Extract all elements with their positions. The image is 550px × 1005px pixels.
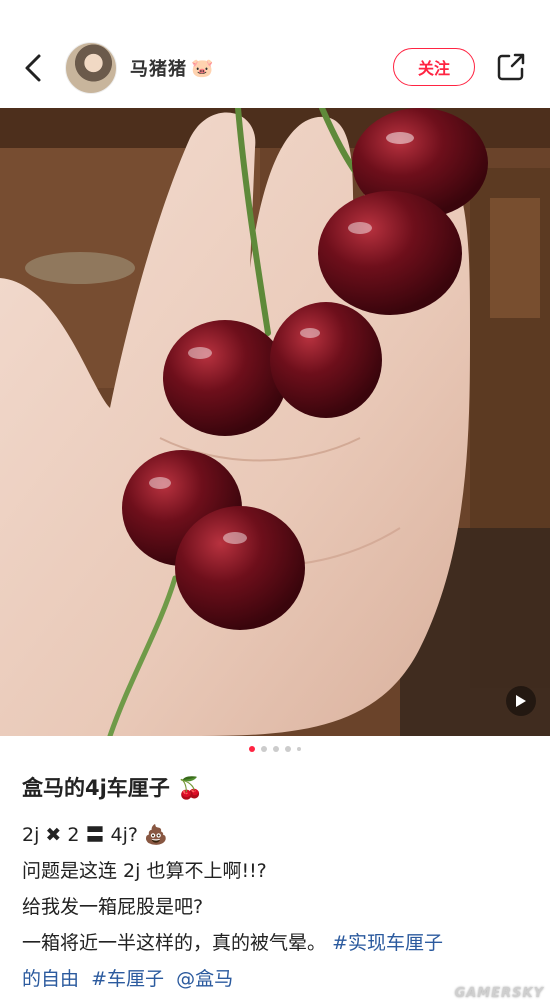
- avatar[interactable]: [65, 42, 117, 94]
- carousel-dot-3[interactable]: [273, 746, 279, 752]
- mention-link[interactable]: @盒马: [176, 968, 233, 990]
- body-line-3: 给我发一箱屁股是吧?: [22, 896, 204, 918]
- username[interactable]: 马猪猪 🐷: [130, 55, 214, 81]
- share-button[interactable]: [494, 50, 528, 84]
- carousel-dot-5[interactable]: [297, 747, 301, 751]
- body-line-4: 一箱将近一半这样的，真的被气晕。 #实现车厘子: [22, 928, 537, 958]
- cherry-icon: 🍒: [177, 776, 204, 800]
- hashtag-link-continued[interactable]: 的自由: [22, 968, 79, 990]
- share-icon: [497, 53, 525, 81]
- live-photo-icon[interactable]: [506, 686, 536, 716]
- sound-icon: [516, 695, 526, 707]
- watermark: GAMERSKY: [454, 986, 544, 1001]
- follow-button[interactable]: 关注: [393, 48, 475, 86]
- carousel-dot-2[interactable]: [261, 746, 267, 752]
- carousel-dot-4[interactable]: [285, 746, 291, 752]
- body-line-1-text: 2j ✖ 2 〓 4j?: [22, 824, 138, 846]
- body-line-4-text: 一箱将近一半这样的，真的被气晕。: [22, 932, 327, 954]
- carousel-indicator: [0, 744, 550, 754]
- body-line-2: 问题是这连 2j 也算不上啊!!?: [22, 860, 267, 882]
- post-photo[interactable]: [0, 108, 550, 736]
- body-line-1: 2j ✖ 2 〓 4j? 💩: [22, 820, 537, 850]
- post-title-text: 盒马的4j车厘子: [22, 776, 170, 800]
- pig-icon: 🐷: [191, 57, 215, 79]
- carousel-dot-1[interactable]: [249, 746, 255, 752]
- poop-icon: 💩: [144, 824, 168, 846]
- top-bar: 马猪猪 🐷 关注: [0, 0, 550, 108]
- cherries-in-hand-image: [0, 108, 550, 736]
- hashtag-link[interactable]: #实现车厘子: [332, 932, 443, 954]
- username-text: 马猪猪: [130, 59, 187, 80]
- post-content: 盒马的4j车厘子 🍒 2j ✖ 2 〓 4j? 💩 问题是这连 2j 也算不上啊…: [22, 772, 537, 1000]
- back-button[interactable]: [18, 48, 48, 88]
- post-title: 盒马的4j车厘子 🍒: [22, 772, 537, 804]
- hashtag-link-2[interactable]: #车厘子: [91, 968, 164, 990]
- chevron-left-icon: [25, 54, 41, 82]
